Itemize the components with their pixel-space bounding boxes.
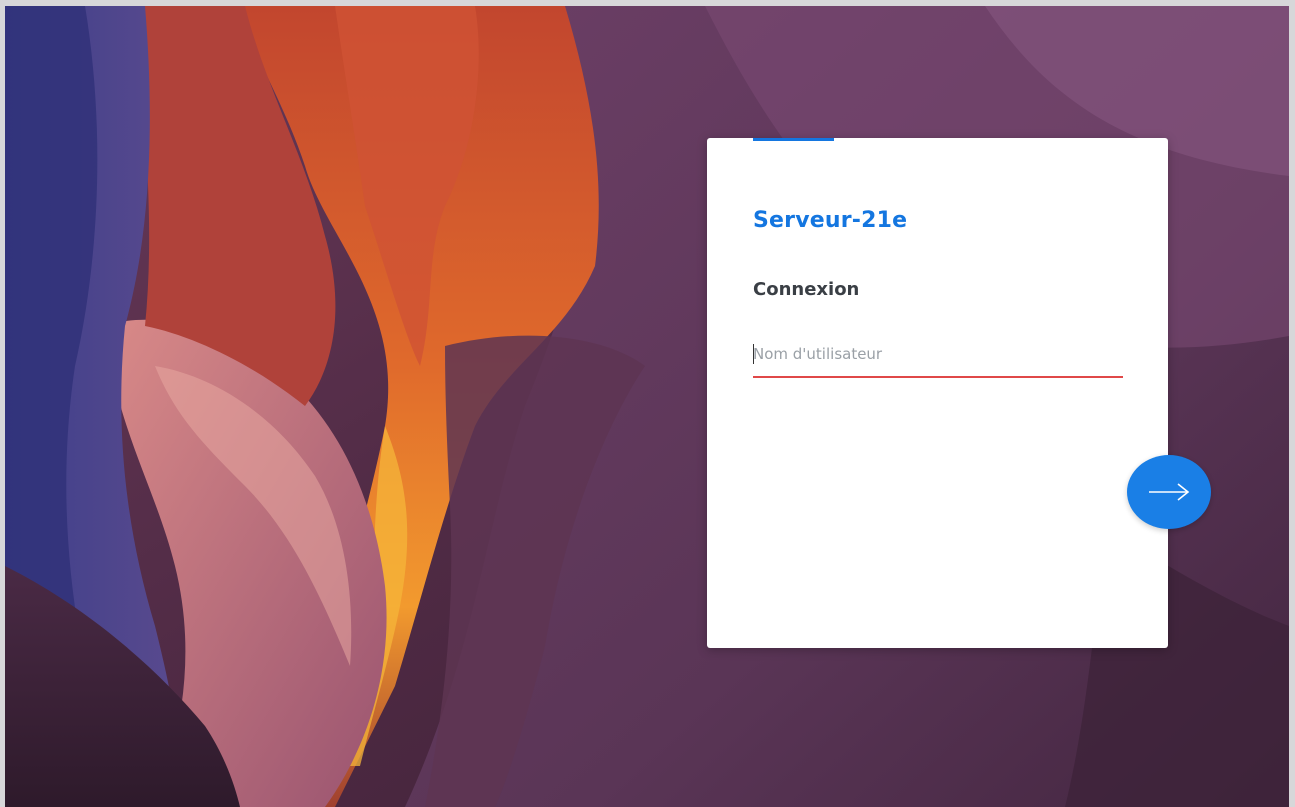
card-accent-bar [753,138,834,141]
login-card: Serveur-21e Connexion [707,138,1168,648]
next-button[interactable] [1127,455,1211,529]
arrow-right-icon [1149,483,1190,501]
text-caret [753,344,754,364]
username-input[interactable] [753,336,1123,372]
login-heading: Connexion [753,279,860,300]
username-field [753,336,1123,378]
server-name-title: Serveur-21e [753,208,908,233]
login-screen: Serveur-21e Connexion [5,6,1289,807]
